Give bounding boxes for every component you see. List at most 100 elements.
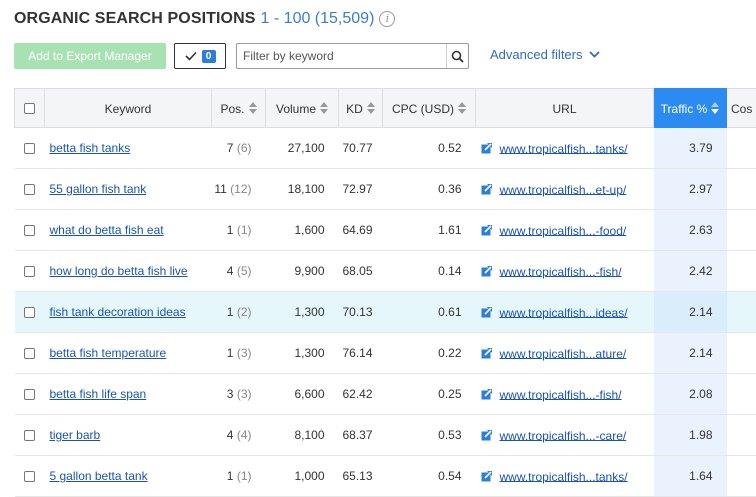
url-link[interactable]: www.tropicalfish...et-up/ [500,182,627,196]
selected-items-button[interactable]: 0 [174,43,226,69]
row-checkbox[interactable] [24,430,35,442]
position-cell: 1 (2) [211,291,266,333]
advanced-filters-toggle[interactable]: Advanced filters [490,47,600,62]
search-icon [451,50,464,63]
position-value: 1 [226,469,234,483]
keyword-link[interactable]: 55 gallon fish tank [50,182,147,196]
cost-cell [726,291,756,333]
url-cell: www.tropicalfish...-fish/ [475,250,654,292]
url-link[interactable]: www.tropicalfish...-food/ [500,223,627,237]
row-checkbox[interactable] [24,266,35,278]
cpc-cell: 0.36 [382,168,476,210]
position-value: 1 [226,223,234,237]
row-checkbox[interactable] [24,307,35,319]
url-link[interactable]: www.tropicalfish...tanks/ [500,141,628,155]
column-header-pos[interactable]: Pos. [211,88,266,128]
volume-cell: 1,600 [265,209,339,251]
external-link-icon[interactable] [481,429,493,441]
traffic-cell: 1.64 [653,455,727,497]
column-header-volume[interactable]: Volume [265,88,339,128]
row-checkbox[interactable] [24,225,35,237]
keyword-cell: fish tank decoration ideas [44,291,212,333]
previous-position: (1) [236,469,252,483]
traffic-cell: 2.63 [653,209,727,251]
external-link-icon[interactable] [481,388,493,400]
cpc-cell: 0.14 [382,250,476,292]
chevron-down-icon [588,51,600,58]
info-icon[interactable]: i [379,11,396,27]
keyword-link[interactable]: betta fish life span [50,387,147,401]
column-header-traffic[interactable]: Traffic % [653,88,727,128]
keyword-link[interactable]: betta fish temperature [50,346,167,360]
filter-by-keyword-input[interactable] [237,44,445,68]
external-link-icon[interactable] [481,265,493,277]
external-link-icon[interactable] [481,183,493,195]
column-header-url[interactable]: URL [475,88,654,128]
select-all-checkbox[interactable] [24,103,35,115]
url-link[interactable]: www.tropicalfish...ideas/ [500,305,628,319]
external-link-icon[interactable] [481,142,493,154]
traffic-cell: 1.98 [653,414,727,456]
row-checkbox[interactable] [24,471,35,483]
keyword-cell: how long do betta fish live [44,250,212,292]
keyword-link[interactable]: what do betta fish eat [50,223,164,237]
row-checkbox[interactable] [24,143,35,155]
position-cell: 1 (1) [211,209,266,251]
traffic-cell: 2.14 [653,291,727,333]
previous-position: (12) [230,182,252,196]
url-link[interactable]: www.tropicalfish...-care/ [500,428,627,442]
position-value: 4 [226,428,234,442]
row-checkbox[interactable] [24,184,35,196]
url-cell: www.tropicalfish...ature/ [475,332,654,374]
position-cell: 7 (6) [211,127,266,169]
column-header-keyword[interactable]: Keyword [44,88,212,128]
previous-position: (6) [236,141,252,155]
keyword-link[interactable]: betta fish tanks [50,141,131,155]
table-row: betta fish temperature 1 (3) 1,300 76.14 0.2… [14,332,756,374]
previous-position: (2) [236,305,252,319]
url-link[interactable]: www.tropicalfish...ature/ [500,346,627,360]
keyword-link[interactable]: 5 gallon betta tank [50,469,148,483]
keyword-cell: 55 gallon fish tank [44,168,212,210]
sort-icon [248,102,257,115]
external-link-icon[interactable] [481,224,493,236]
cost-cell [726,373,756,415]
keyword-cell: betta fish tanks [44,127,212,169]
url-link[interactable]: www.tropicalfish...-fish/ [500,387,622,401]
external-link-icon[interactable] [481,347,493,359]
position-cell: 4 (4) [211,414,266,456]
search-button[interactable] [446,44,468,68]
table-row: fish tank decoration ideas 1 (2) 1,300 70.1… [14,291,756,333]
column-header-kd[interactable]: KD [338,88,383,128]
column-header-cost[interactable]: Cos [726,88,756,128]
keyword-link[interactable]: tiger barb [50,428,101,442]
keyword-link[interactable]: fish tank decoration ideas [50,305,186,319]
position-value: 7 [226,141,234,155]
traffic-cell: 2.14 [653,332,727,374]
sort-icon [366,102,375,115]
table-row: what do betta fish eat 1 (1) 1,600 64.69 1.6… [14,209,756,251]
url-link[interactable]: www.tropicalfish...tanks/ [500,469,628,483]
advanced-filters-label: Advanced filters [490,47,583,62]
column-header-cpc[interactable]: CPC (USD) [382,88,476,128]
keyword-cell: betta fish life span [44,373,212,415]
volume-cell: 1,300 [265,332,339,374]
sort-icon [320,102,329,115]
table-header-row: Keyword Pos. Volume KD CPC (USD) URL Tra… [14,88,756,128]
external-link-icon[interactable] [481,470,493,482]
url-link[interactable]: www.tropicalfish...-fish/ [500,264,622,278]
position-value: 3 [226,387,234,401]
external-link-icon[interactable] [481,306,493,318]
sort-icon [458,102,466,115]
volume-cell: 1,000 [265,455,339,497]
row-checkbox[interactable] [24,348,35,360]
cpc-cell: 1.61 [382,209,476,251]
cpc-cell: 0.22 [382,332,476,374]
row-checkbox[interactable] [24,389,35,401]
row-select-cell [14,291,45,333]
organic-positions-table: Keyword Pos. Volume KD CPC (USD) URL Tra… [14,88,756,497]
add-to-export-manager-button[interactable]: Add to Export Manager [14,43,166,69]
url-cell: www.tropicalfish...-care/ [475,414,654,456]
table-row: how long do betta fish live 4 (5) 9,900 68.… [14,250,756,292]
keyword-link[interactable]: how long do betta fish live [50,264,188,278]
